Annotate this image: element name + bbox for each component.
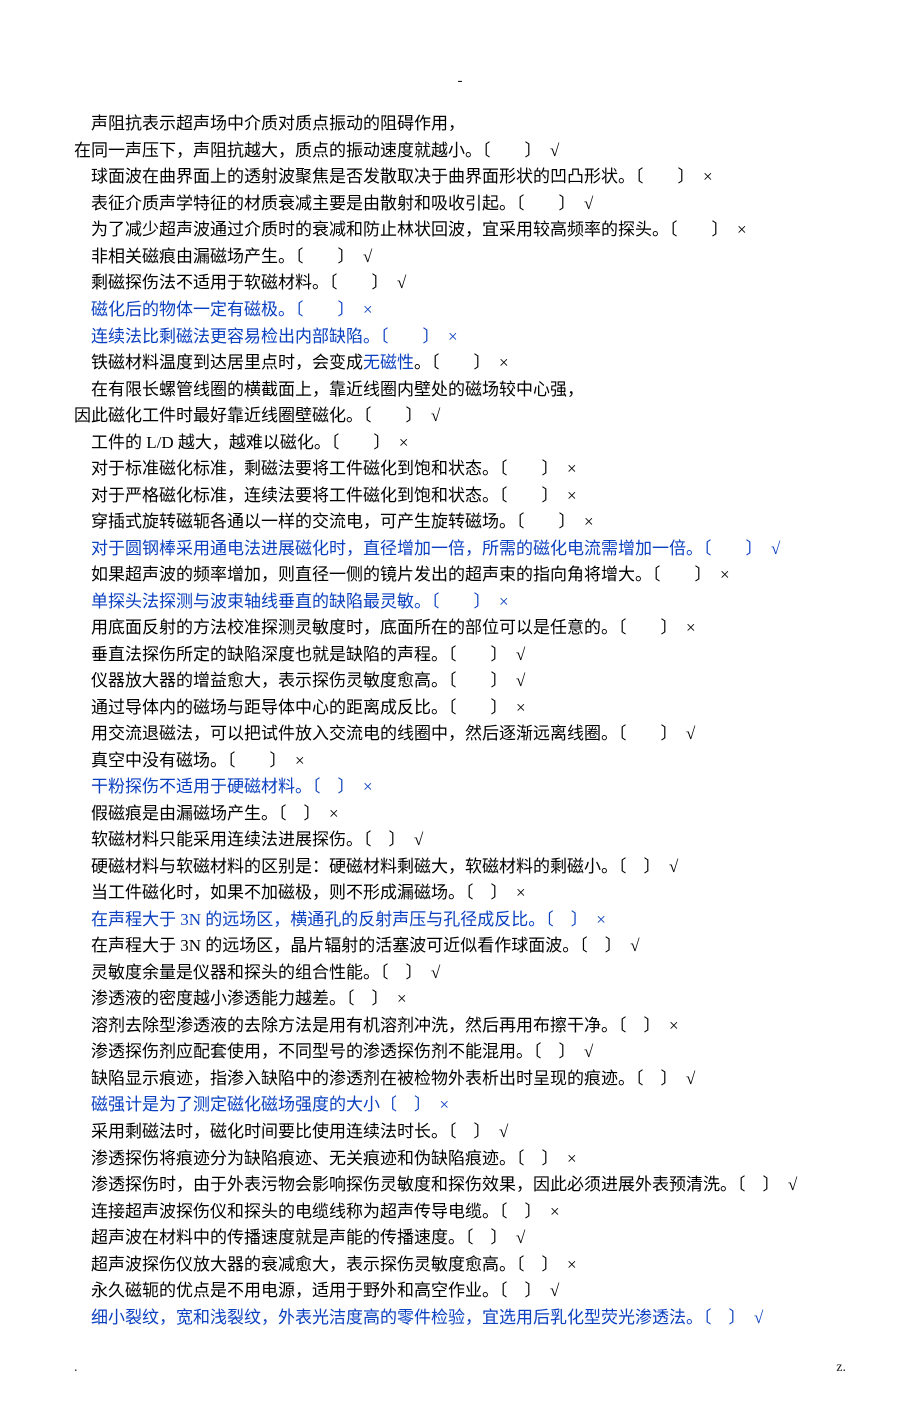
question-line: 表征介质声学特征的材质衰减主要是由散射和吸收引起。〔 〕 √ (74, 191, 846, 218)
question-line: 仪器放大器的增益愈大，表示探伤灵敏度愈高。〔 〕 √ (74, 668, 846, 695)
question-line: 干粉探伤不适用于硬磁材料。〔 〕 × (74, 774, 846, 801)
question-line: 在有限长螺管线圈的横截面上，靠近线圈内壁处的磁场较中心强， (74, 377, 846, 404)
question-line: 用底面反射的方法校准探测灵敏度时，底面所在的部位可以是任意的。〔 〕 × (74, 615, 846, 642)
question-line: 用交流退磁法，可以把试件放入交流电的线圈中，然后逐渐远离线圈。〔 〕 √ (74, 721, 846, 748)
question-line: 细小裂纹，宽和浅裂纹，外表光洁度高的零件检验，宜选用后乳化型荧光渗透法。〔 〕 … (74, 1305, 846, 1332)
question-line: 硬磁材料与软磁材料的区别是：硬磁材料剩磁大，软磁材料的剩磁小。〔 〕 √ (74, 854, 846, 881)
question-line: 为了减少超声波通过介质时的衰减和防止林状回波，宜采用较高频率的探头。〔 〕 × (74, 217, 846, 244)
question-line: 球面波在曲界面上的透射波聚焦是否发散取决于曲界面形状的凹凸形状。〔 〕 × (74, 164, 846, 191)
question-line: 对于圆钢棒采用通电法进展磁化时，直径增加一倍，所需的磁化电流需增加一倍。〔 〕 … (74, 536, 846, 563)
document-page: - 声阻抗表示超声场中介质对质点振动的阻碍作用，在同一声压下，声阻抗越大，质点的… (0, 0, 920, 1409)
question-line: 因此磁化工件时最好靠近线圈壁磁化。〔 〕 √ (74, 403, 846, 430)
page-footer: . z. (74, 1357, 846, 1379)
question-line: 磁强计是为了测定磁化磁场强度的大小〔 〕 × (74, 1092, 846, 1119)
question-line: 工件的 L/D 越大，越难以磁化。〔 〕 × (74, 430, 846, 457)
question-line: 对于严格磁化标准，连续法要将工件磁化到饱和状态。〔 〕 × (74, 483, 846, 510)
question-line: 铁磁材料温度到达居里点时，会变成无磁性。〔 〕 × (74, 350, 846, 377)
question-line: 如果超声波的频率增加，则直径一侧的镜片发出的超声束的指向角将增大。〔 〕 × (74, 562, 846, 589)
question-line: 真空中没有磁场。〔 〕 × (74, 748, 846, 775)
question-line: 渗透探伤剂应配套使用，不同型号的渗透探伤剂不能混用。〔 〕 √ (74, 1039, 846, 1066)
question-line: 在声程大于 3N 的远场区，晶片辐射的活塞波可近似看作球面波。〔 〕 √ (74, 933, 846, 960)
text-suffix: 。〔 〕 × (414, 353, 509, 372)
text-prefix: 铁磁材料温度到达居里点时，会变成 (91, 353, 363, 372)
question-line: 声阻抗表示超声场中介质对质点振动的阻碍作用， (74, 111, 846, 138)
question-line: 超声波在材料中的传播速度就是声能的传播速度。〔 〕 √ (74, 1225, 846, 1252)
question-line: 对于标准磁化标准，剩磁法要将工件磁化到饱和状态。〔 〕 × (74, 456, 846, 483)
question-line: 非相关磁痕由漏磁场产生。〔 〕 √ (74, 244, 846, 271)
question-line: 溶剂去除型渗透液的去除方法是用有机溶剂冲洗，然后再用布擦干净。〔 〕 × (74, 1013, 846, 1040)
question-line: 渗透探伤时，由于外表污物会影响探伤灵敏度和探伤效果，因此必须进展外表预清洗。〔 … (74, 1172, 846, 1199)
question-line: 在声程大于 3N 的远场区，横通孔的反射声压与孔径成反比。〔 〕 × (74, 907, 846, 934)
question-line: 采用剩磁法时，磁化时间要比使用连续法时长。〔 〕 √ (74, 1119, 846, 1146)
question-line: 渗透探伤将痕迹分为缺陷痕迹、无关痕迹和伪缺陷痕迹。〔 〕 × (74, 1146, 846, 1173)
page-top-mark: - (74, 70, 846, 93)
footer-left: . (74, 1357, 78, 1379)
question-line: 单探头法探测与波束轴线垂直的缺陷最灵敏。〔 〕 × (74, 589, 846, 616)
question-line: 连续法比剩磁法更容易检出内部缺陷。〔 〕 × (74, 324, 846, 351)
question-line: 渗透液的密度越小渗透能力越差。〔 〕 × (74, 986, 846, 1013)
question-line: 通过导体内的磁场与距导体中心的距离成反比。〔 〕 × (74, 695, 846, 722)
question-line: 假磁痕是由漏磁场产生。〔 〕 × (74, 801, 846, 828)
question-line: 磁化后的物体一定有磁极。〔 〕 × (74, 297, 846, 324)
question-line: 穿插式旋转磁轭各通以一样的交流电，可产生旋转磁场。〔 〕 × (74, 509, 846, 536)
question-line: 缺陷显示痕迹，指渗入缺陷中的渗透剂在被检物外表析出时呈现的痕迹。〔 〕 √ (74, 1066, 846, 1093)
question-line: 灵敏度余量是仪器和探头的组合性能。〔 〕 √ (74, 960, 846, 987)
question-list: 声阻抗表示超声场中介质对质点振动的阻碍作用，在同一声压下，声阻抗越大，质点的振动… (74, 111, 846, 1331)
question-line: 软磁材料只能采用连续法进展探伤。〔 〕 √ (74, 827, 846, 854)
footer-right: z. (836, 1357, 846, 1379)
question-line: 永久磁轭的优点是不用电源，适用于野外和高空作业。〔 〕 √ (74, 1278, 846, 1305)
question-line: 垂直法探伤所定的缺陷深度也就是缺陷的声程。〔 〕 √ (74, 642, 846, 669)
text-highlight: 无磁性 (363, 353, 414, 372)
question-line: 当工件磁化时，如果不加磁极，则不形成漏磁场。〔 〕 × (74, 880, 846, 907)
question-line: 连接超声波探伤仪和探头的电缆线称为超声传导电缆。〔 〕 × (74, 1199, 846, 1226)
question-line: 超声波探伤仪放大器的衰减愈大，表示探伤灵敏度愈高。〔 〕 × (74, 1252, 846, 1279)
question-line: 在同一声压下，声阻抗越大，质点的振动速度就越小。〔 〕 √ (74, 138, 846, 165)
question-line: 剩磁探伤法不适用于软磁材料。〔 〕 √ (74, 270, 846, 297)
